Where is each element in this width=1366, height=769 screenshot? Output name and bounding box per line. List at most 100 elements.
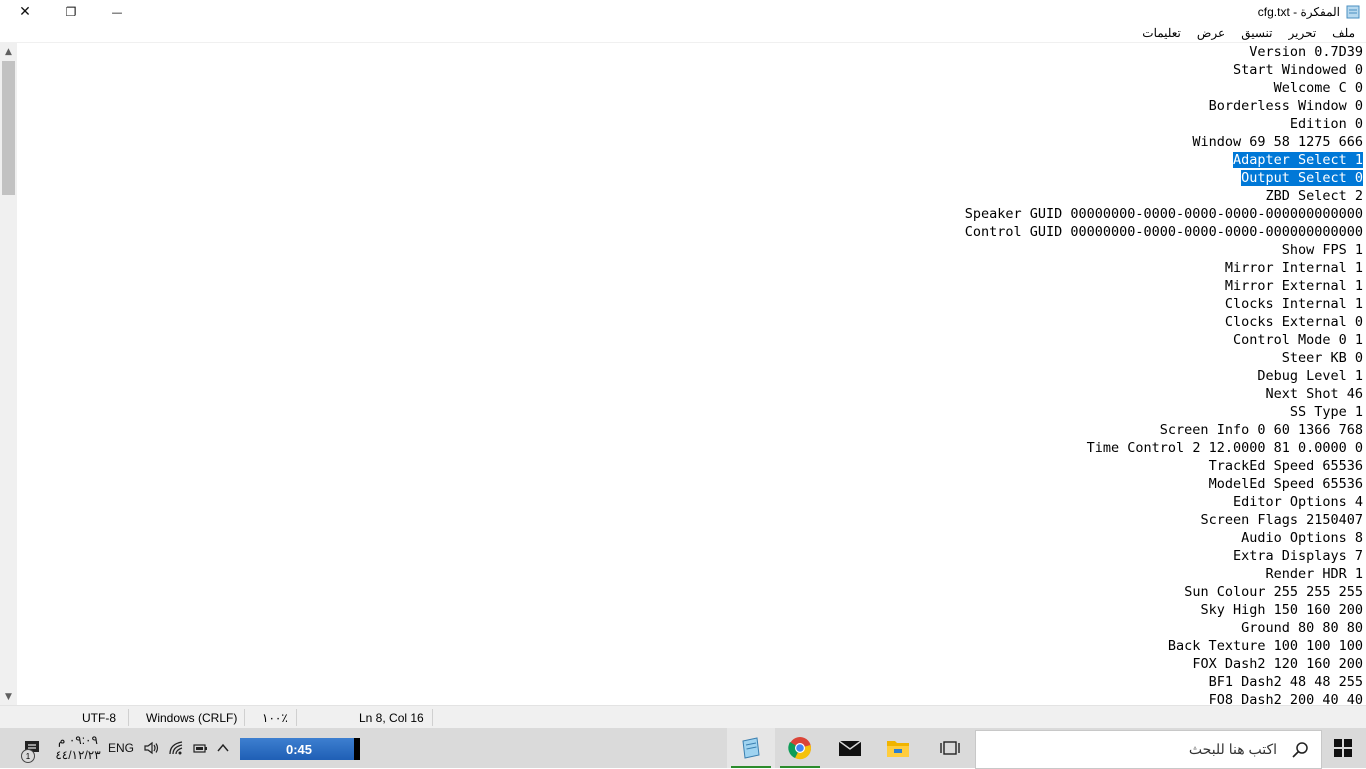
- text-line: ModelEd Speed 65536: [965, 475, 1363, 493]
- close-icon: ✕: [19, 4, 31, 20]
- text-line: FOX Dash2 120 160 200: [965, 655, 1363, 673]
- menu-help[interactable]: تعليمات: [1141, 26, 1182, 40]
- text-line-content: Steer KB 0: [1281, 350, 1363, 366]
- wifi-icon: [169, 741, 183, 755]
- search-icon: [1292, 741, 1308, 758]
- text-line: Time Control 2 12.0000 81 0.0000 0: [965, 439, 1363, 457]
- text-line-content: Render HDR 1: [1265, 566, 1363, 582]
- text-line-selected: Output Select 0: [965, 169, 1363, 187]
- status-zoom: ١٠٠٪: [262, 710, 288, 725]
- taskbar-mail[interactable]: [826, 728, 874, 768]
- text-line-content: Control Mode 0 1: [1232, 332, 1363, 348]
- clock[interactable]: ٠٩:٠٩ م ٤٤/١٢/٢٣: [50, 728, 106, 768]
- text-line: Start Windowed 0: [965, 61, 1363, 79]
- text-line-content: Editor Options 4: [1232, 494, 1363, 510]
- menu-view[interactable]: عرض: [1196, 26, 1226, 40]
- text-line: Control GUID 00000000-0000-0000-0000-000…: [965, 223, 1363, 241]
- text-line: Mirror Internal 1: [965, 259, 1363, 277]
- show-hidden-icons-button[interactable]: [213, 728, 233, 768]
- text-line: Screen Flags 2150407: [965, 511, 1363, 529]
- window-title-area: المفكرة - cfg.txt: [1258, 3, 1360, 21]
- menu-edit[interactable]: تحرير: [1288, 26, 1318, 40]
- language-indicator[interactable]: ENG: [106, 728, 136, 768]
- text-line-content: FO8 Dash2 200 40 40: [1208, 692, 1363, 705]
- text-line-content: Back Texture 100 100 100: [1167, 638, 1363, 654]
- text-line-content: Screen Info 0 60 1366 768: [1159, 422, 1363, 438]
- text-line: Sky High 150 160 200: [965, 601, 1363, 619]
- text-line: Control Mode 0 1: [965, 331, 1363, 349]
- text-line-content: Extra Displays 7: [1232, 548, 1363, 564]
- text-line-content: Mirror Internal 1: [1224, 260, 1363, 276]
- clock-time: ٠٩:٠٩ م: [58, 733, 98, 747]
- mail-icon: [838, 740, 862, 756]
- text-line: Ground 80 80 80: [965, 619, 1363, 637]
- text-editor[interactable]: Version 0.7D39 Start Windowed 0 Welcome C …: [17, 43, 1366, 705]
- text-line: Extra Displays 7: [965, 547, 1363, 565]
- status-line-ending: Windows (CRLF): [146, 710, 238, 725]
- task-view-button[interactable]: [926, 728, 974, 768]
- text-line: BF1 Dash2 48 48 255: [965, 673, 1363, 691]
- status-divider: [432, 709, 433, 726]
- text-line-content: Audio Options 8: [1241, 530, 1363, 546]
- close-button[interactable]: ✕: [2, 0, 48, 24]
- minimize-icon: —: [111, 5, 123, 19]
- windows-start-icon: [1334, 739, 1352, 757]
- text-line-content: Window 69 58 1275 666: [1192, 134, 1363, 150]
- text-line: Clocks Internal 1: [965, 295, 1363, 313]
- title-bar: ✕ ❐ — المفكرة - cfg.txt: [0, 0, 1366, 24]
- notepad-icon: [742, 737, 760, 759]
- menu-format[interactable]: تنسيق: [1240, 26, 1273, 40]
- text-line-content: Welcome C 0: [1273, 80, 1363, 96]
- scroll-down-arrow-icon[interactable]: ▼: [0, 688, 17, 705]
- battery-button[interactable]: [189, 728, 211, 768]
- text-line-content: Start Windowed 0: [1232, 62, 1363, 78]
- text-line: TrackEd Speed 65536: [965, 457, 1363, 475]
- text-line-content: BF1 Dash2 48 48 255: [1208, 674, 1363, 690]
- search-placeholder: اكتب هنا للبحث: [1188, 741, 1277, 757]
- chrome-icon: [788, 737, 811, 760]
- text-lines: Version 0.7D39 Start Windowed 0 Welcome C …: [965, 43, 1363, 705]
- scrollbar-thumb[interactable]: [2, 61, 15, 195]
- volume-button[interactable]: [140, 728, 162, 768]
- taskbar-notepad[interactable]: [727, 728, 775, 768]
- text-line-content: Next Shot 46: [1265, 386, 1363, 402]
- text-line-content: SS Type 1: [1289, 404, 1363, 420]
- text-line-selected: Adapter Select 1: [965, 151, 1363, 169]
- text-line-content: Show FPS 1: [1281, 242, 1363, 258]
- minimize-button[interactable]: —: [94, 0, 140, 24]
- text-line: Debug Level 1: [965, 367, 1363, 385]
- text-line-content: Sun Colour 255 255 255: [1184, 584, 1363, 600]
- restore-button[interactable]: ❐: [48, 0, 94, 24]
- notification-badge: 1: [21, 749, 35, 763]
- text-line-content: Control GUID 00000000-0000-0000-0000-000…: [964, 224, 1363, 240]
- action-center-button[interactable]: [14, 728, 50, 768]
- text-line: SS Type 1: [965, 403, 1363, 421]
- taskbar-file-explorer[interactable]: [874, 728, 922, 768]
- text-line: Sun Colour 255 255 255: [965, 583, 1363, 601]
- status-bar: UTF-8 Windows (CRLF) ١٠٠٪ Ln 8, Col 16: [0, 705, 1366, 729]
- status-cursor-position: Ln 8, Col 16: [359, 710, 424, 725]
- text-line-content: Screen Flags 2150407: [1200, 512, 1363, 528]
- text-line: Welcome C 0: [965, 79, 1363, 97]
- status-encoding: UTF-8: [82, 710, 116, 725]
- taskbar-search-box[interactable]: اكتب هنا للبحث: [975, 730, 1322, 769]
- text-line: Screen Info 0 60 1366 768: [965, 421, 1363, 439]
- text-line: Mirror External 1: [965, 277, 1363, 295]
- taskbar-chrome[interactable]: [776, 728, 824, 768]
- vertical-scrollbar[interactable]: ▲ ▼: [0, 43, 17, 705]
- taskbar: 1 ٠٩:٠٩ م ٤٤/١٢/٢٣ ENG 0:45 اكتب هنا للب…: [0, 728, 1366, 769]
- text-line-content: ZBD Select 2: [1265, 188, 1363, 204]
- text-line-content: TrackEd Speed 65536: [1208, 458, 1363, 474]
- menu-file[interactable]: ملف: [1331, 26, 1356, 40]
- network-button[interactable]: [165, 728, 187, 768]
- task-view-icon: [940, 741, 960, 755]
- scroll-up-arrow-icon[interactable]: ▲: [0, 43, 17, 60]
- timer-widget[interactable]: 0:45: [240, 738, 360, 760]
- text-line: Audio Options 8: [965, 529, 1363, 547]
- chevron-up-icon: [217, 743, 229, 752]
- start-button[interactable]: [1320, 728, 1366, 768]
- text-line: Window 69 58 1275 666: [965, 133, 1363, 151]
- menu-bar: ملف تحرير تنسيق عرض تعليمات: [1141, 24, 1362, 42]
- text-line-content: Output Select 0: [1241, 170, 1363, 186]
- text-line: Render HDR 1: [965, 565, 1363, 583]
